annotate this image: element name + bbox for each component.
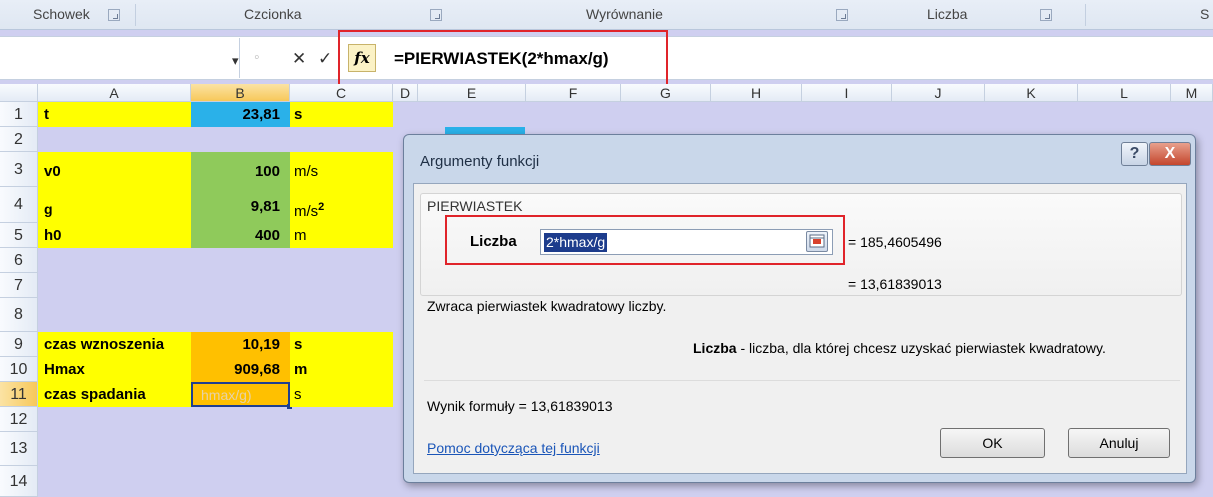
- formula-preview-result: = 13,61839013: [848, 276, 942, 292]
- cell-c3[interactable]: m/s: [290, 152, 393, 187]
- column-header-e[interactable]: E: [418, 84, 526, 102]
- row-header-1[interactable]: 1: [0, 102, 38, 127]
- ribbon-group-number: Liczba: [927, 6, 968, 22]
- cell-c10[interactable]: m: [290, 357, 393, 382]
- cell-c5[interactable]: m: [290, 223, 393, 248]
- row-header-12[interactable]: 12: [0, 407, 38, 432]
- column-header-k[interactable]: K: [985, 84, 1078, 102]
- formula-bar-grip-icon: ◦: [254, 49, 260, 66]
- column-header-a[interactable]: A: [38, 84, 191, 102]
- arg-evaluated-value: = 185,4605496: [848, 234, 942, 250]
- function-name: PIERWIASTEK: [427, 198, 523, 214]
- function-description: Zwraca pierwiastek kwadratowy liczby.: [427, 298, 667, 314]
- cell-a11[interactable]: czas spadania: [38, 382, 191, 407]
- ok-button[interactable]: OK: [940, 428, 1045, 458]
- arg-help-text: - liczba, dla której chcesz uzyskać pier…: [736, 340, 1106, 356]
- close-button[interactable]: X: [1149, 142, 1191, 166]
- row-header-5[interactable]: 5: [0, 223, 38, 248]
- column-header-d[interactable]: D: [393, 84, 418, 102]
- cell-c11[interactable]: s: [290, 382, 393, 407]
- cell-b10[interactable]: 909,68: [191, 357, 290, 382]
- cell-c4[interactable]: m/s2: [290, 187, 393, 223]
- ribbon-group-clipboard: Schowek: [33, 6, 90, 22]
- row-header-2[interactable]: 2: [0, 127, 38, 152]
- cell-b11-editing[interactable]: hmax/g): [191, 382, 290, 407]
- ribbon-separator: [135, 4, 136, 26]
- cell-a9[interactable]: czas wznoszenia: [38, 332, 191, 357]
- cell-b4[interactable]: 9,81: [191, 187, 290, 223]
- cell-a10[interactable]: Hmax: [38, 357, 191, 382]
- g-unit-superscript: 2: [318, 201, 325, 213]
- column-header-g[interactable]: G: [621, 84, 711, 102]
- column-header-h[interactable]: H: [711, 84, 802, 102]
- font-launcher-icon[interactable]: [430, 9, 442, 21]
- name-box-dropdown-icon[interactable]: ▾: [232, 53, 239, 69]
- ribbon-group-font: Czcionka: [244, 6, 302, 22]
- row-header-13[interactable]: 13: [0, 432, 38, 466]
- g-unit-text: m/s: [294, 203, 319, 220]
- arg-help-name: Liczba: [693, 340, 737, 356]
- cell-a1[interactable]: t: [38, 102, 191, 127]
- cell-c9[interactable]: s: [290, 332, 393, 357]
- cell-b5[interactable]: 400: [191, 223, 290, 248]
- column-header-m[interactable]: M: [1171, 84, 1213, 102]
- ribbon-group-styles: S: [1200, 6, 1210, 22]
- row-header-8[interactable]: 8: [0, 298, 38, 332]
- row-header-10[interactable]: 10: [0, 357, 38, 382]
- dialog-divider: [424, 380, 1180, 381]
- cell-a5[interactable]: h0: [38, 223, 191, 248]
- ribbon-group-labels: Schowek Czcionka Wyrównanie Liczba S: [0, 0, 1213, 30]
- row-header-9[interactable]: 9: [0, 332, 38, 357]
- help-button[interactable]: ?: [1121, 142, 1148, 166]
- cancel-icon[interactable]: ✕: [292, 49, 306, 69]
- argument-help: Liczba - liczba, dla której chcesz uzysk…: [693, 340, 1106, 356]
- help-link[interactable]: Pomoc dotycząca tej funkcji: [427, 440, 600, 456]
- row-header-6[interactable]: 6: [0, 248, 38, 273]
- cell-a3[interactable]: v0: [38, 152, 191, 187]
- column-header-i[interactable]: I: [802, 84, 892, 102]
- column-header-b[interactable]: B: [191, 84, 290, 102]
- cell-a4[interactable]: g: [38, 187, 191, 223]
- select-all-corner[interactable]: [0, 84, 38, 102]
- cell-c1[interactable]: s: [290, 102, 393, 127]
- cell-b9[interactable]: 10,19: [191, 332, 290, 357]
- arg-highlight-box: [445, 215, 845, 265]
- column-header-l[interactable]: L: [1078, 84, 1171, 102]
- cell-b1[interactable]: 23,81: [191, 102, 290, 127]
- row-header-4[interactable]: 4: [0, 187, 38, 223]
- row-header-7[interactable]: 7: [0, 273, 38, 298]
- row-header-3[interactable]: 3: [0, 152, 38, 187]
- clipboard-launcher-icon[interactable]: [108, 9, 120, 21]
- cell-b3[interactable]: 100: [191, 152, 290, 187]
- row-header-14[interactable]: 14: [0, 466, 38, 497]
- row-header-11[interactable]: 11: [0, 382, 38, 407]
- number-launcher-icon[interactable]: [1040, 9, 1052, 21]
- dialog-title: Argumenty funkcji: [420, 153, 540, 170]
- enter-icon[interactable]: ✓: [318, 49, 332, 69]
- column-header-c[interactable]: C: [290, 84, 393, 102]
- alignment-launcher-icon[interactable]: [836, 9, 848, 21]
- ribbon-group-alignment: Wyrównanie: [586, 6, 663, 22]
- cancel-button[interactable]: Anuluj: [1068, 428, 1170, 458]
- fx-highlight-box: [338, 30, 668, 86]
- column-header-j[interactable]: J: [892, 84, 985, 102]
- formula-result-label: Wynik formuły = 13,61839013: [427, 398, 613, 414]
- column-header-f[interactable]: F: [526, 84, 621, 102]
- ribbon-separator: [1085, 4, 1086, 26]
- name-box[interactable]: [0, 38, 240, 78]
